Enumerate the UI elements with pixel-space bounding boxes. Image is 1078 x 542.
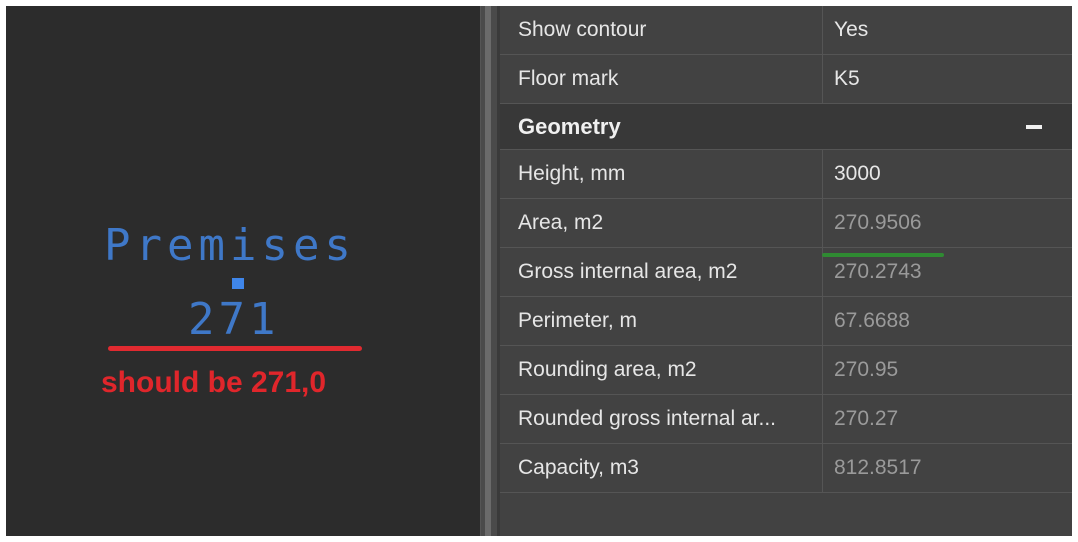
property-name: Floor mark xyxy=(518,67,619,90)
property-name: Perimeter, m xyxy=(518,309,638,332)
property-row-rounded-gross-internal-area: Rounded gross internal ar... 270.27 xyxy=(500,395,1072,444)
property-value[interactable]: Yes xyxy=(834,6,868,54)
column-divider xyxy=(822,55,823,103)
property-value[interactable]: 3000 xyxy=(834,150,881,198)
property-value: 270.9506 xyxy=(834,211,922,234)
property-value: 67.6688 xyxy=(834,309,910,332)
property-row-show-contour[interactable]: Show contour Yes xyxy=(500,6,1072,55)
property-name: Gross internal area, m2 xyxy=(518,260,738,283)
column-divider xyxy=(822,395,823,443)
property-name: Capacity, m3 xyxy=(518,456,639,479)
column-divider xyxy=(822,150,823,198)
group-header-geometry[interactable]: Geometry xyxy=(500,104,1072,150)
column-divider xyxy=(822,444,823,492)
drawing-canvas[interactable]: Premises 271 should be 271,0 xyxy=(6,6,480,536)
property-name: Rounding area, m2 xyxy=(518,358,697,381)
property-row-height[interactable]: Height, mm 3000 xyxy=(500,150,1072,199)
property-row-floor-mark[interactable]: Floor mark K5 xyxy=(500,55,1072,104)
property-row-area: Area, m2 270.9506 xyxy=(500,199,1072,248)
property-value[interactable]: K5 xyxy=(834,55,860,103)
property-value: 812.8517 xyxy=(834,456,922,479)
properties-panel: Show contour Yes Floor mark K5 Geometry … xyxy=(500,6,1072,536)
property-value: 270.27 xyxy=(834,407,899,430)
panel-splitter[interactable] xyxy=(480,6,497,536)
property-row-rounding-area: Rounding area, m2 270.95 xyxy=(500,346,1072,395)
property-row-perimeter: Perimeter, m 67.6688 xyxy=(500,297,1072,346)
property-name: Show contour xyxy=(518,18,647,41)
column-divider xyxy=(822,346,823,394)
property-name: Rounded gross internal ar... xyxy=(518,407,776,430)
splitter-bar xyxy=(485,6,491,536)
column-divider xyxy=(822,6,823,54)
premises-label[interactable]: Premises xyxy=(104,224,378,268)
collapse-icon[interactable] xyxy=(1026,125,1042,129)
property-name: Height, mm xyxy=(518,162,626,185)
property-name: Area, m2 xyxy=(518,211,604,234)
area-value-label[interactable]: 271 xyxy=(188,298,279,342)
property-row-capacity: Capacity, m3 812.8517 xyxy=(500,444,1072,493)
property-value: 270.95 xyxy=(834,358,899,381)
column-divider xyxy=(822,199,823,247)
red-underline-annotation xyxy=(108,346,362,351)
label-grip-handle[interactable] xyxy=(232,278,244,289)
group-title: Geometry xyxy=(518,114,621,139)
app-window: Premises 271 should be 271,0 Show contou… xyxy=(6,6,1072,536)
property-row-gross-internal-area: Gross internal area, m2 270.2743 xyxy=(500,248,1072,297)
annotation-note: should be 271,0 xyxy=(101,366,327,399)
green-underline-annotation xyxy=(822,253,944,257)
column-divider xyxy=(822,297,823,345)
